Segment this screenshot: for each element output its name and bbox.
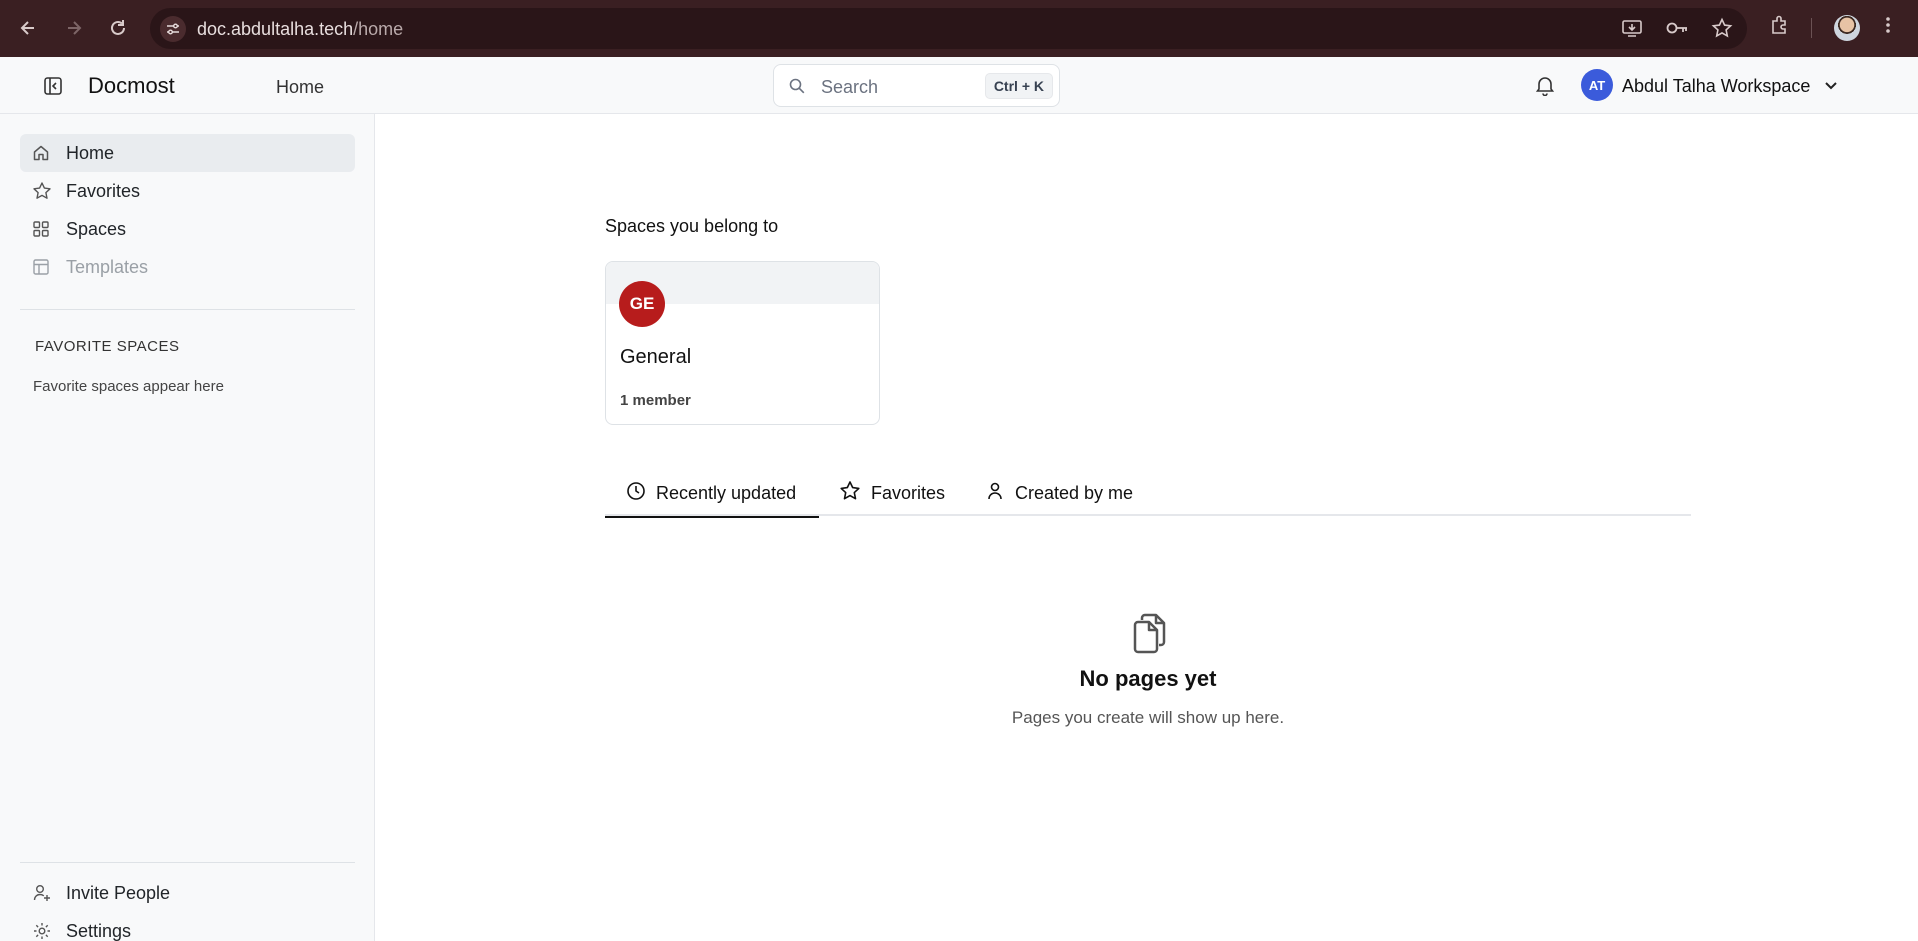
notifications-bell-icon[interactable] [1534, 74, 1556, 101]
sidebar-item-invite-people[interactable]: Invite People [20, 874, 355, 912]
toolbar-divider [1811, 18, 1812, 38]
empty-state-title: No pages yet [1079, 666, 1217, 691]
tab-recently-updated[interactable]: Recently updated [605, 470, 819, 518]
reload-icon[interactable] [104, 14, 132, 42]
search-shortcut-badge: Ctrl + K [984, 73, 1053, 99]
star-icon [839, 480, 861, 507]
sidebar-item-home[interactable]: Home [20, 134, 355, 172]
search-placeholder: Search [821, 77, 879, 97]
space-name: General [620, 346, 692, 368]
clock-icon [626, 481, 646, 506]
workspace-avatar[interactable]: AT [1581, 69, 1613, 101]
header-home-link[interactable]: Home [276, 77, 324, 98]
sidebar-divider [20, 862, 355, 863]
browser-profile-avatar[interactable] [1834, 15, 1860, 41]
tab-label: Created by me [1015, 482, 1134, 503]
space-member-count: 1 member [620, 392, 691, 409]
sidebar-item-spaces[interactable]: Spaces [20, 210, 355, 248]
app-header: Docmost Home Search Ctrl + K AT Abdul Ta… [0, 57, 1918, 114]
tab-label: Recently updated [656, 482, 797, 503]
tab-label: Favorites [871, 482, 946, 503]
space-card-general[interactable]: GE General 1 member [605, 261, 880, 425]
grid-icon [32, 220, 60, 238]
sidebar-divider [20, 309, 355, 310]
page-tabs: Recently updated Favorites Created by me [605, 470, 1691, 518]
star-icon [32, 181, 60, 201]
spaces-section-title: Spaces you belong to [605, 216, 779, 236]
chevron-down-icon[interactable] [1823, 77, 1839, 98]
user-plus-icon [32, 883, 60, 903]
sidebar-item-label: Settings [66, 920, 132, 941]
sidebar-item-favorites[interactable]: Favorites [20, 172, 355, 210]
favorite-spaces-title: FAVORITE SPACES [35, 338, 180, 355]
sidebar-item-label: Home [66, 142, 115, 163]
sidebar-item-label: Favorites [66, 180, 141, 201]
sidebar-item-settings[interactable]: Settings [20, 912, 355, 941]
user-icon [985, 481, 1005, 506]
empty-state-subtitle: Pages you create will show up here. [1011, 708, 1285, 727]
browser-menu-icon[interactable] [1884, 14, 1892, 41]
sidebar-item-templates[interactable]: Templates [20, 248, 355, 286]
search-icon [788, 77, 806, 100]
browser-toolbar: doc.abdultalha.tech/home [0, 0, 1918, 57]
sidebar: Home Favorites Spaces Templates FAVORITE… [0, 114, 375, 941]
tab-created-by-me[interactable]: Created by me [985, 470, 1133, 516]
address-bar[interactable]: doc.abdultalha.tech/home [150, 8, 1747, 49]
space-avatar: GE [619, 281, 665, 327]
home-icon [32, 144, 60, 162]
install-app-icon[interactable] [1621, 17, 1643, 44]
search-input[interactable]: Search Ctrl + K [773, 64, 1060, 107]
brand-logo-text[interactable]: Docmost [88, 73, 175, 99]
empty-state: No pages yet Pages you create will show … [947, 612, 1349, 728]
password-key-icon[interactable] [1665, 17, 1689, 44]
copy-pages-icon [947, 612, 1349, 656]
back-icon[interactable] [14, 14, 42, 42]
bookmark-star-icon[interactable] [1711, 17, 1733, 44]
site-settings-icon[interactable] [160, 16, 186, 42]
workspace-name[interactable]: Abdul Talha Workspace [1622, 76, 1810, 97]
url-text: doc.abdultalha.tech/home [197, 19, 404, 39]
gear-icon [32, 921, 60, 941]
favorite-spaces-empty: Favorite spaces appear here [33, 378, 224, 395]
sidebar-item-label: Templates [66, 256, 149, 277]
sidebar-item-label: Spaces [66, 218, 127, 239]
forward-icon[interactable] [60, 14, 88, 42]
sidebar-toggle-icon[interactable] [40, 73, 66, 99]
extensions-icon[interactable] [1769, 14, 1791, 41]
tab-favorites[interactable]: Favorites [839, 470, 945, 516]
sidebar-item-label: Invite People [66, 882, 171, 903]
template-icon [32, 258, 60, 276]
